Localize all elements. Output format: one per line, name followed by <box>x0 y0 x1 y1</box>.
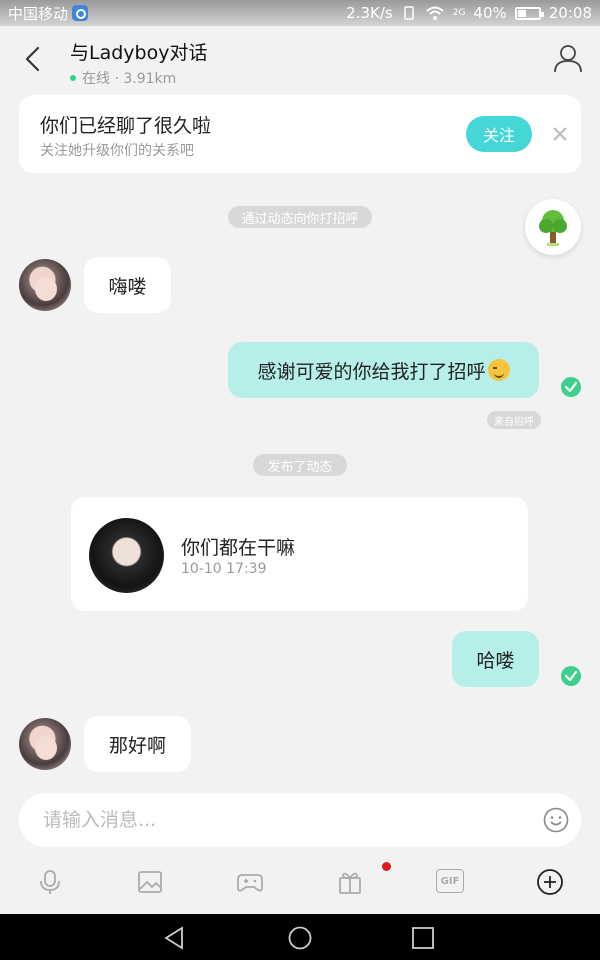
message-bubble-incoming[interactable]: 那好啊 <box>84 716 191 772</box>
notification-dot <box>382 862 391 871</box>
floating-tree-button[interactable] <box>525 199 581 255</box>
follow-prompt-subtitle: 关注她升级你们的关系吧 <box>40 143 194 159</box>
user-profile-icon[interactable] <box>552 42 584 74</box>
game-icon[interactable] <box>236 868 264 896</box>
gift-icon[interactable] <box>336 868 364 896</box>
nav-back-icon[interactable] <box>162 925 188 951</box>
avatar[interactable] <box>19 718 71 770</box>
message-text: 感谢可爱的你给我打了招呼 <box>257 360 486 383</box>
carrier-name: 中国移动 <box>8 4 69 23</box>
from-greeting-tag: 来自招呼 <box>487 411 541 429</box>
wifi-icon <box>426 6 444 20</box>
read-check-icon <box>561 666 581 686</box>
microphone-icon[interactable] <box>36 868 64 896</box>
avatar[interactable] <box>19 259 71 311</box>
nav-home-icon[interactable] <box>287 925 313 951</box>
message-input[interactable] <box>43 793 523 847</box>
tree-icon <box>539 210 567 246</box>
battery-percent: 40% <box>473 4 507 22</box>
moment-thumbnail <box>89 518 164 593</box>
status-right: 2.3K/s 2G 40% 20:08 <box>346 4 592 22</box>
system-nav-bar <box>0 914 600 960</box>
moment-card[interactable]: 你们都在干嘛 10-10 17:39 <box>71 497 528 611</box>
follow-prompt-title: 你们已经聊了很久啦 <box>40 115 212 137</box>
moment-timestamp: 10-10 17:39 <box>181 561 267 577</box>
message-bubble-outgoing[interactable]: 感谢可爱的你给我打了招呼 <box>228 342 539 398</box>
nav-recents-icon[interactable] <box>410 925 436 951</box>
status-bar: 中国移动 2.3K/s 2G 40% 20:08 <box>0 0 600 26</box>
page-title: 与Ladyboy对话 <box>70 42 208 64</box>
posted-moment-notice: 发布了动态 <box>253 454 347 476</box>
moment-text: 你们都在干嘛 <box>181 537 296 559</box>
emoji-icon[interactable] <box>543 807 569 833</box>
more-plus-icon[interactable] <box>536 868 564 896</box>
message-bubble-outgoing[interactable]: 哈喽 <box>452 631 539 687</box>
follow-button[interactable]: 关注 <box>466 116 532 152</box>
vibrate-icon <box>403 6 414 20</box>
clock: 20:08 <box>548 4 592 22</box>
network-speed: 2.3K/s <box>346 4 393 22</box>
back-icon[interactable] <box>16 42 50 76</box>
title-block: 与Ladyboy对话 在线 · 3.91km <box>70 38 207 88</box>
online-status: 在线 · 3.91km <box>70 68 207 88</box>
carrier-app-icon <box>72 5 89 21</box>
signal-icon: 2G <box>452 8 466 18</box>
battery-icon <box>514 6 544 20</box>
image-icon[interactable] <box>136 868 164 896</box>
read-check-icon <box>561 377 581 397</box>
gif-label: GIF <box>440 875 460 887</box>
follow-prompt-card: 你们已经聊了很久啦 关注她升级你们的关系吧 关注 <box>19 95 581 173</box>
gif-icon[interactable]: GIF <box>436 869 464 893</box>
message-bubble-incoming[interactable]: 嗨喽 <box>84 257 171 313</box>
message-input-bar <box>19 793 581 847</box>
chat-header: 与Ladyboy对话 在线 · 3.91km <box>0 26 600 92</box>
system-notice: 通过动态向你打招呼 <box>228 206 372 228</box>
online-dot <box>70 75 76 81</box>
wink-emoji-icon <box>487 359 510 381</box>
online-status-text: 在线 · 3.91km <box>82 71 177 87</box>
chat-toolbar: GIF <box>0 856 600 908</box>
carrier: 中国移动 <box>8 3 89 24</box>
close-icon[interactable] <box>550 124 570 144</box>
